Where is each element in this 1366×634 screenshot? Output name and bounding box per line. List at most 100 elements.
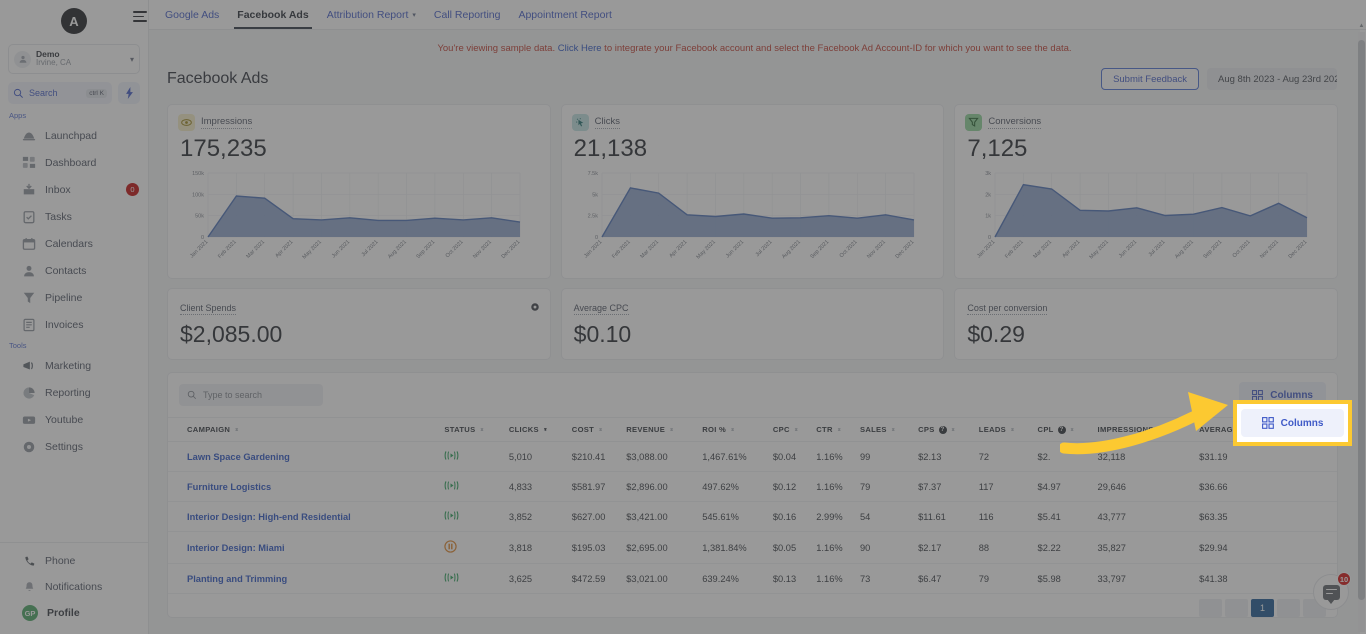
column-header-leads[interactable]: LEADS ▲ ▼ <box>978 417 1038 442</box>
svg-text:Mar 2021: Mar 2021 <box>639 239 660 260</box>
svg-text:150k: 150k <box>192 171 204 177</box>
sidebar-group-label-apps: Apps <box>9 111 27 120</box>
cell-campaign[interactable]: Planting and Trimming <box>168 563 445 594</box>
table-row[interactable]: Planting and Trimming 3,625 $472.59 $3,021.… <box>168 563 1337 594</box>
sidebar-item-notifications[interactable]: Notifications <box>0 574 148 600</box>
sidebar-item-pipeline[interactable]: Pipeline <box>0 284 148 311</box>
sidebar-item-label: Dashboard <box>45 156 97 169</box>
cell-clicks: 4,833 <box>508 471 572 502</box>
sidebar-item-inbox[interactable]: Inbox 0 <box>0 176 148 203</box>
campaign-link[interactable]: Interior Design: High-end Residential <box>187 512 351 522</box>
megaphone-icon <box>22 359 36 373</box>
page-scrollbar[interactable]: ▲ <box>1358 23 1365 632</box>
column-header-revenue[interactable]: REVENUE ▲ ▼ <box>626 417 703 442</box>
cell-ctr: 1.16% <box>816 471 860 502</box>
kpi-card-label[interactable]: Clicks <box>594 116 621 129</box>
pagination-page-button[interactable] <box>1199 599 1222 617</box>
svg-text:Nov 2021: Nov 2021 <box>866 239 887 260</box>
spend-card-label[interactable]: Client Spends <box>180 303 237 315</box>
table-row[interactable]: Interior Design: Miami 3,818 $195.03 $2,695… <box>168 531 1337 564</box>
columns-button-highlighted[interactable]: Columns <box>1241 409 1344 437</box>
cell-clicks: 5,010 <box>508 441 572 472</box>
column-header-status[interactable]: STATUS ▲ ▼ <box>444 417 509 442</box>
tab-call-reporting[interactable]: Call Reporting <box>425 9 510 29</box>
column-header-cps[interactable]: CPS ? ▲ ▼ <box>918 417 979 442</box>
cell-cpl: $5.41 <box>1037 501 1098 532</box>
campaign-link[interactable]: Furniture Logistics <box>187 482 271 492</box>
campaign-link[interactable]: Lawn Space Gardening <box>187 452 290 462</box>
sidebar-item-invoices[interactable]: Invoices <box>0 311 148 338</box>
cell-cps: $11.61 <box>918 501 979 532</box>
sidebar-item-label: Calendars <box>45 237 93 250</box>
quick-action-button[interactable] <box>118 82 140 104</box>
svg-text:Feb 2021: Feb 2021 <box>1004 239 1025 260</box>
notice-link[interactable]: Click Here <box>558 43 602 54</box>
cell-cost: $627.00 <box>571 501 627 532</box>
sidebar-item-phone[interactable]: Phone <box>0 548 148 574</box>
spend-card-label[interactable]: Cost per conversion <box>967 303 1048 315</box>
sidebar-item-marketing[interactable]: Marketing <box>0 352 148 379</box>
column-header-cost[interactable]: COST ▲ ▼ <box>571 417 627 442</box>
sidebar-item-contacts[interactable]: Contacts <box>0 257 148 284</box>
table-row[interactable]: Furniture Logistics 4,833 $581.97 $2,896.00… <box>168 471 1337 502</box>
sidebar-item-reporting[interactable]: Reporting <box>0 379 148 406</box>
pagination-page-button[interactable] <box>1225 599 1248 617</box>
svg-text:Oct 2021: Oct 2021 <box>445 239 465 259</box>
column-header-ctr[interactable]: CTR ▲ ▼ <box>816 417 860 442</box>
column-header-clicks[interactable]: CLICKS ▲ ▼ <box>508 417 572 442</box>
sidebar-item-youtube[interactable]: Youtube <box>0 406 148 433</box>
spend-card-label[interactable]: Average CPC <box>573 303 629 315</box>
svg-text:50k: 50k <box>195 214 204 220</box>
tab-facebook-ads[interactable]: Facebook Ads <box>228 9 317 29</box>
sidebar-item-label: Invoices <box>45 318 84 331</box>
date-range-picker[interactable]: Aug 8th 2023 - Aug 23rd 202 <box>1207 68 1337 90</box>
account-avatar-icon <box>14 50 31 68</box>
cell-campaign[interactable]: Interior Design: Miami <box>168 531 445 564</box>
chart-impressions: 050k100k150kJan 2021 Feb 2021 Mar 2021 Apr … <box>189 171 521 260</box>
info-icon[interactable]: ? <box>938 425 947 434</box>
kpi-card-header: Impressions <box>178 114 540 131</box>
column-header-campaign[interactable]: CAMPAIGN ▲ ▼ <box>168 417 445 442</box>
gear-icon[interactable] <box>530 299 540 317</box>
kpi-card-label[interactable]: Conversions <box>988 116 1042 129</box>
sidebar-item-settings[interactable]: Settings <box>0 433 148 460</box>
sidebar-item-dashboard[interactable]: Dashboard <box>0 149 148 176</box>
cell-revenue: $2,695.00 <box>626 531 703 564</box>
columns-button-highlight: Columns <box>1233 400 1352 446</box>
table-search-input[interactable]: Type to search <box>179 384 323 406</box>
submit-feedback-button[interactable]: Submit Feedback <box>1101 68 1199 90</box>
sidebar-item-launchpad[interactable]: Launchpad <box>0 122 148 149</box>
column-header-roi[interactable]: ROI % ▲ ▼ <box>702 417 773 442</box>
tab-attribution-report[interactable]: Attribution Report ▾ <box>318 9 425 29</box>
campaign-link[interactable]: Interior Design: Miami <box>187 543 285 553</box>
scrollbar-thumb[interactable] <box>1358 40 1365 600</box>
column-header-cpc[interactable]: CPC ▲ ▼ <box>772 417 817 442</box>
bell-icon <box>22 580 36 594</box>
table-row[interactable]: Interior Design: High-end Residential 3,8… <box>168 501 1337 532</box>
pagination-page-button[interactable]: 1 <box>1251 599 1274 617</box>
chart-conversions: 01k2k3kJan 2021 Feb 2021 Mar 2021 Apr 2021 M… <box>977 171 1309 260</box>
campaign-link[interactable]: Planting and Trimming <box>187 574 287 584</box>
dashboard-icon <box>22 156 36 170</box>
sidebar-item-tasks[interactable]: Tasks <box>0 203 148 230</box>
sidebar-item-profile[interactable]: GP Profile <box>0 600 148 626</box>
cell-campaign[interactable]: Interior Design: High-end Residential <box>168 501 445 532</box>
notice-before: You're viewing sample data. <box>437 43 558 54</box>
cell-campaign[interactable]: Furniture Logistics <box>168 471 445 502</box>
app-logo[interactable]: A <box>0 0 148 42</box>
tab-google-ads[interactable]: Google Ads <box>156 9 228 29</box>
global-search-button[interactable]: Search ctrl K <box>8 82 112 104</box>
account-switcher[interactable]: Demo Irvine, CA ▾ <box>8 44 140 74</box>
scroll-up-arrow-icon[interactable]: ▲ <box>1358 23 1365 29</box>
sidebar-item-label: Contacts <box>45 264 87 277</box>
cell-cpl: $4.97 <box>1037 471 1098 502</box>
sidebar-item-calendars[interactable]: Calendars <box>0 230 148 257</box>
cell-campaign[interactable]: Lawn Space Gardening <box>168 441 445 472</box>
chat-widget-button[interactable]: 10 <box>1313 572 1351 610</box>
pagination-page-button[interactable] <box>1277 599 1300 617</box>
column-header-sales[interactable]: SALES ▲ ▼ <box>859 417 919 442</box>
tab-appointment-report[interactable]: Appointment Report <box>509 9 620 29</box>
kpi-card-label[interactable]: Impressions <box>201 116 253 129</box>
cell-cpc: $0.04 <box>772 441 817 472</box>
sidebar-collapse-toggle[interactable] <box>133 11 147 23</box>
